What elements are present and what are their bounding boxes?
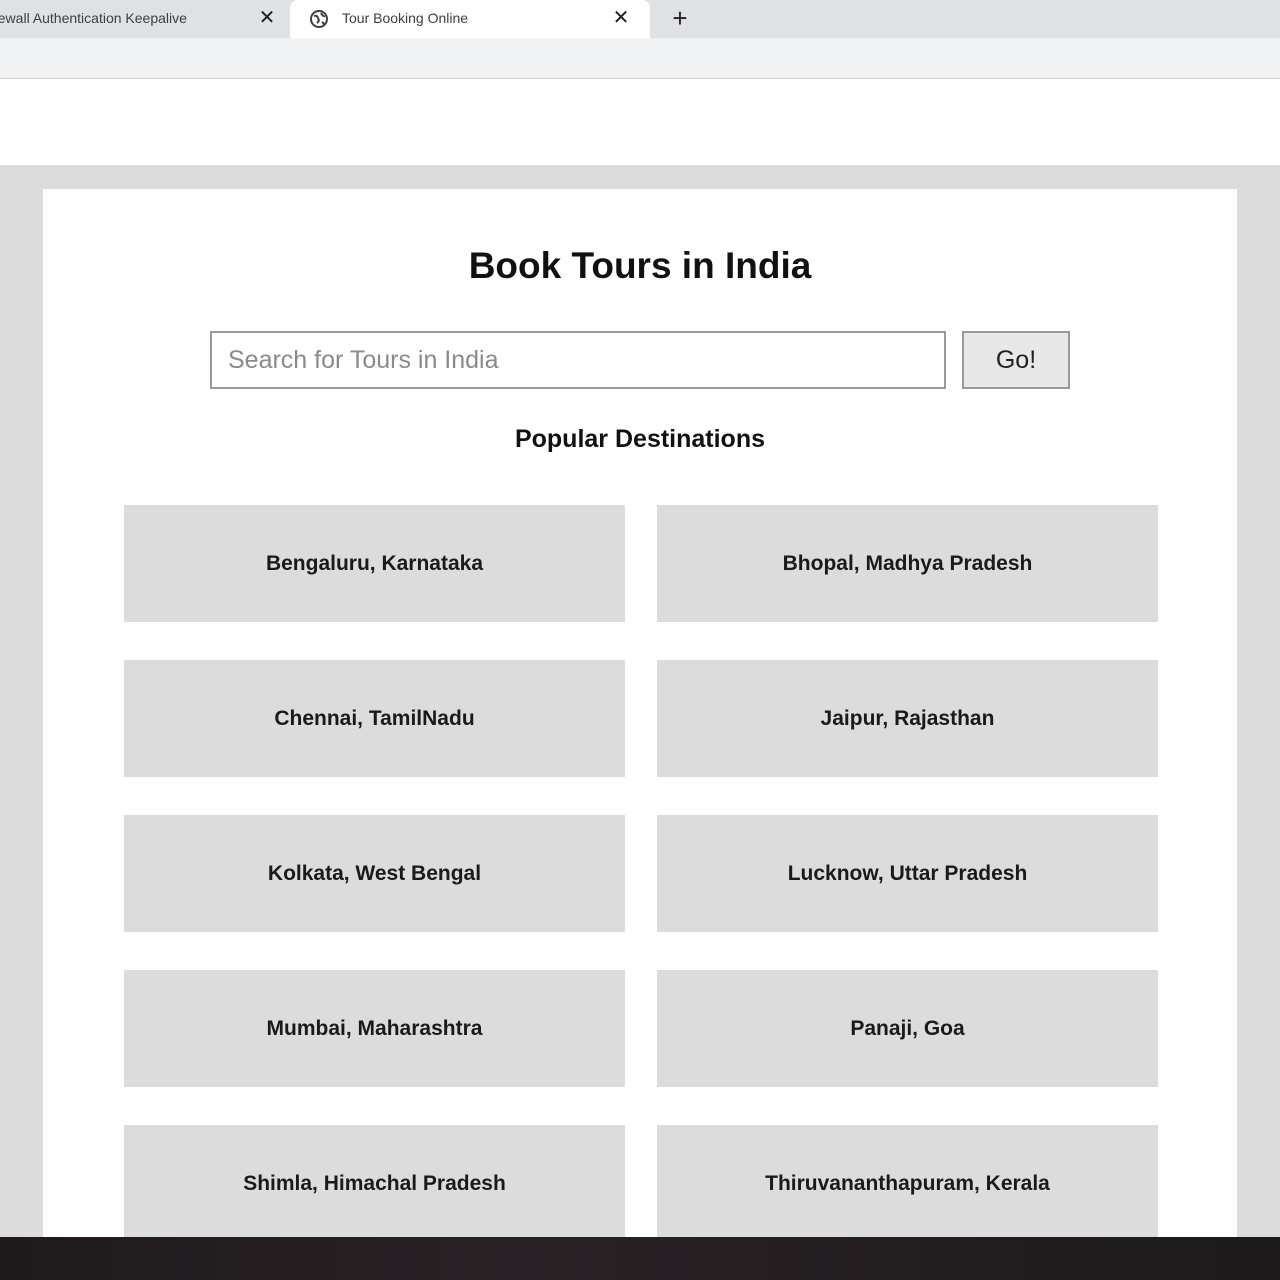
destination-card[interactable]: Kolkata, West Bengal — [124, 815, 625, 932]
tab-title: Tour Booking Online — [342, 10, 469, 26]
destination-card[interactable]: Shimla, Himachal Pradesh — [124, 1125, 625, 1242]
destination-card[interactable]: Bhopal, Madhya Pradesh — [657, 505, 1158, 622]
destination-card[interactable]: Jaipur, Rajasthan — [657, 660, 1158, 777]
destination-grid: Bengaluru, Karnataka Bhopal, Madhya Prad… — [124, 505, 1158, 1242]
section-title: Popular Destinations — [514, 425, 766, 453]
page-title: Book Tours in India — [468, 245, 812, 286]
close-icon[interactable]: ✕ — [256, 7, 278, 29]
globe-icon — [310, 10, 328, 28]
page-header-area — [0, 79, 1280, 165]
browser-tab-strip: irewall Authentication Keepalive ✕ Tour … — [0, 0, 1280, 38]
destination-card[interactable]: Mumbai, Maharashtra — [124, 970, 625, 1087]
destination-card[interactable]: Thiruvananthapuram, Kerala — [657, 1125, 1158, 1242]
tab-firewall-auth[interactable]: irewall Authentication Keepalive ✕ — [0, 0, 290, 38]
go-button[interactable]: Go! — [962, 331, 1070, 389]
new-tab-icon[interactable]: + — [666, 4, 694, 32]
os-taskbar — [0, 1237, 1280, 1280]
browser-toolbar — [0, 38, 1280, 79]
tab-title: irewall Authentication Keepalive — [0, 10, 187, 26]
destination-card[interactable]: Bengaluru, Karnataka — [124, 505, 625, 622]
destination-card[interactable]: Panaji, Goa — [657, 970, 1158, 1087]
tab-tour-booking[interactable]: Tour Booking Online ✕ — [290, 0, 650, 38]
search-input[interactable] — [210, 331, 946, 389]
main-container: Book Tours in India Go! Popular Destinat… — [43, 189, 1237, 1242]
close-icon[interactable]: ✕ — [610, 7, 632, 29]
destination-card[interactable]: Chennai, TamilNadu — [124, 660, 625, 777]
destination-card[interactable]: Lucknow, Uttar Pradesh — [657, 815, 1158, 932]
